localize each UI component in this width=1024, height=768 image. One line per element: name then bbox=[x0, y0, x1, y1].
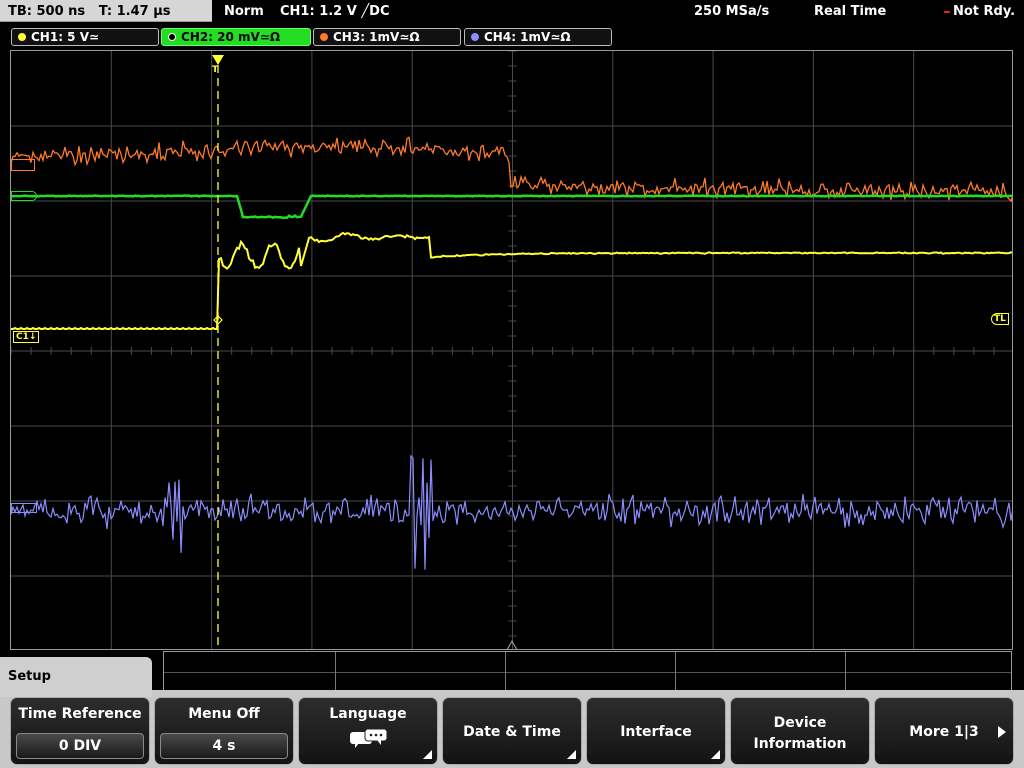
menu-off-value[interactable]: 4 s bbox=[160, 733, 288, 759]
trigger-mode[interactable]: Norm bbox=[224, 0, 264, 24]
device-info-line2: Information bbox=[753, 736, 847, 752]
sample-rate: 250 MSa/s bbox=[694, 4, 770, 19]
speech-bubbles-icon bbox=[350, 728, 388, 748]
ch4-offset-marker[interactable] bbox=[11, 503, 37, 513]
waveform-display[interactable]: T C1↓ TL bbox=[10, 50, 1013, 650]
grid-lines bbox=[11, 51, 1012, 649]
channel-tabs: CH1: 5 V≃ CH2: 20 mV≃Ω CH3: 1mV≃Ω CH4: 1… bbox=[0, 26, 1024, 48]
menu-off-button[interactable]: Menu Off 4 s bbox=[154, 697, 294, 765]
more-button[interactable]: More 1|3 bbox=[874, 697, 1014, 765]
interface-button[interactable]: Interface bbox=[586, 697, 726, 765]
trigger-level-marker[interactable]: TL bbox=[991, 313, 1009, 325]
timebase-label: TB: 500 ns bbox=[8, 4, 86, 19]
ch2-label: CH2: 20 mV≃Ω bbox=[181, 30, 281, 44]
ch4-color-icon bbox=[471, 33, 479, 41]
time-reference-button[interactable]: Time Reference 0 DIV bbox=[10, 697, 150, 765]
channel-tab-ch3[interactable]: CH3: 1mV≃Ω bbox=[313, 28, 461, 46]
language-label: Language bbox=[329, 706, 407, 722]
ch2-color-icon bbox=[168, 33, 176, 41]
interface-label: Interface bbox=[620, 724, 692, 740]
more-label: More 1|3 bbox=[909, 724, 979, 740]
ch3-label: CH3: 1mV≃Ω bbox=[333, 30, 420, 44]
status-text: Not Rdy. bbox=[953, 4, 1016, 19]
ch3-color-icon bbox=[320, 33, 328, 41]
menu-title: Setup bbox=[0, 657, 152, 697]
submenu-indicator-icon bbox=[711, 750, 720, 759]
ch1-label: CH1: 5 V≃ bbox=[31, 30, 100, 44]
measurement-area bbox=[163, 651, 1012, 691]
device-info-line1: Device bbox=[773, 715, 827, 731]
submenu-indicator-icon bbox=[567, 750, 576, 759]
ch1-color-icon bbox=[18, 33, 26, 41]
info-divider-h bbox=[164, 672, 1011, 673]
menu-off-label: Menu Off bbox=[188, 706, 260, 722]
timebase-box[interactable]: TB: 500 ns T: 1.47 µs bbox=[0, 0, 212, 22]
status-indicator-icon bbox=[944, 11, 950, 13]
channel-tab-ch4[interactable]: CH4: 1mV≃Ω bbox=[464, 28, 612, 46]
info-divider-1 bbox=[335, 652, 336, 690]
ch3-offset-marker[interactable] bbox=[11, 159, 35, 171]
trigger-position-icon[interactable] bbox=[212, 55, 224, 65]
channel-tab-ch2[interactable]: CH2: 20 mV≃Ω bbox=[161, 28, 311, 46]
waveform-svg bbox=[11, 51, 1012, 649]
channel-tab-ch1[interactable]: CH1: 5 V≃ bbox=[11, 28, 159, 46]
trigger-info[interactable]: CH1: 1.2 V ╱DC bbox=[280, 0, 390, 24]
time-reference-label: Time Reference bbox=[18, 706, 142, 722]
right-arrow-icon bbox=[998, 726, 1006, 738]
status-bar: TB: 500 ns T: 1.47 µs Norm CH1: 1.2 V ╱D… bbox=[0, 0, 1024, 24]
ch4-label: CH4: 1mV≃Ω bbox=[484, 30, 571, 44]
time-reference-value[interactable]: 0 DIV bbox=[16, 733, 144, 759]
ch2-offset-marker[interactable] bbox=[11, 191, 37, 201]
submenu-indicator-icon bbox=[423, 750, 432, 759]
info-divider-4 bbox=[845, 652, 846, 690]
trigger-marker-label: T bbox=[212, 65, 219, 75]
trigger-time-label: T: 1.47 µs bbox=[98, 4, 171, 19]
acquisition-status: Not Rdy. bbox=[944, 0, 1015, 24]
info-divider-2 bbox=[505, 652, 506, 690]
date-time-button[interactable]: Date & Time bbox=[442, 697, 582, 765]
info-divider-3 bbox=[675, 652, 676, 690]
language-button[interactable]: Language bbox=[298, 697, 438, 765]
ch1-ground-marker[interactable]: C1↓ bbox=[13, 331, 40, 343]
acquisition-mode: Real Time bbox=[814, 4, 887, 19]
date-time-label: Date & Time bbox=[463, 724, 561, 740]
device-information-button[interactable]: Device Information bbox=[730, 697, 870, 765]
